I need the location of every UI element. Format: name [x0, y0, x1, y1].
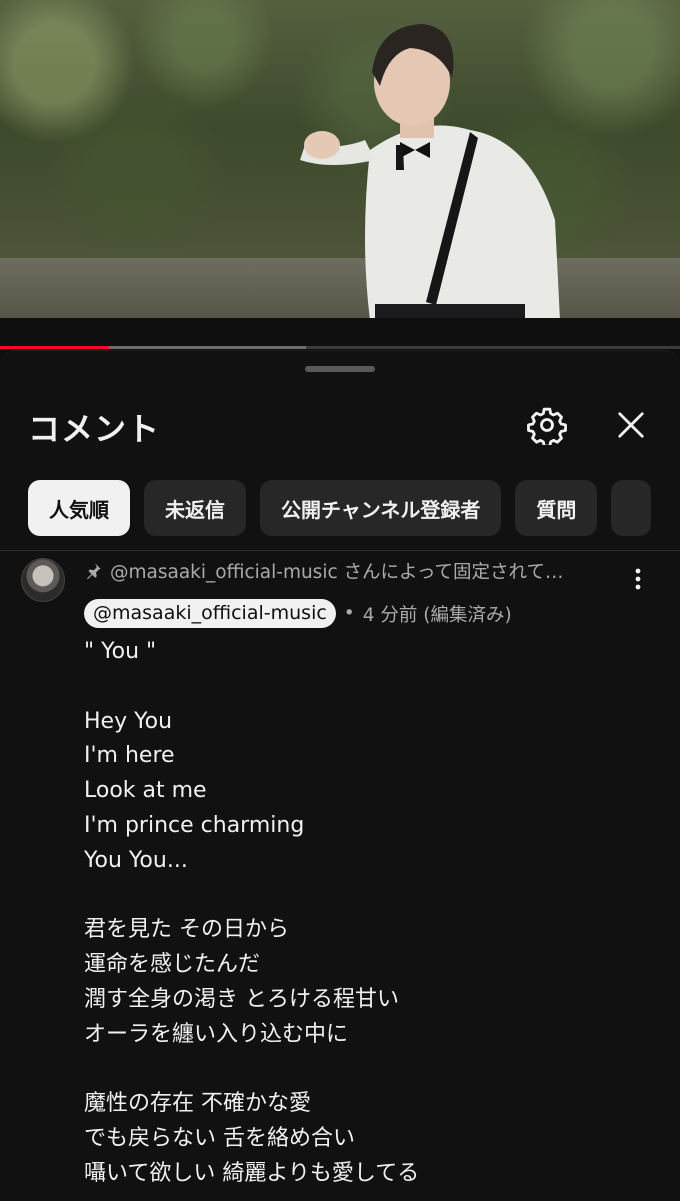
divider [0, 550, 680, 551]
comment-line: 潤す全身の渇き とろける程甘い [84, 986, 399, 1012]
pin-icon [87, 563, 101, 580]
comment-line: I'm prince charming [84, 812, 305, 838]
chip-questions[interactable]: 質問 [515, 480, 598, 536]
comment-line: 魔性の存在 不確かな愛 [84, 1091, 311, 1117]
settings-button[interactable] [523, 401, 571, 449]
comment-line [84, 879, 644, 914]
video-player[interactable] [0, 0, 680, 318]
video-frame-person [300, 24, 560, 318]
filter-chips: 人気順 未返信 公開チャンネル登録者 質問 [28, 480, 652, 536]
close-button[interactable] [607, 401, 655, 449]
avatar[interactable] [21, 558, 65, 602]
comment-author[interactable]: @masaaki_official-music [84, 599, 336, 628]
comment-time: 4 分前 (編集済み) [362, 604, 512, 626]
comments-panel: コメント 人気順 未返信 公開チャンネル登録者 質問 @masaaki_offi… [0, 350, 680, 1201]
pinned-by-text: @masaaki_official-music さんによって固定されて… [110, 562, 564, 583]
comment-menu-button[interactable] [622, 563, 654, 595]
comment-meta: @masaaki_official-music • 4 分前 (編集済み) [84, 599, 512, 628]
video-progress-played [0, 346, 109, 349]
close-icon [618, 412, 644, 438]
chip-unreplied[interactable]: 未返信 [144, 480, 246, 536]
chip-popular[interactable]: 人気順 [28, 480, 130, 536]
chip-public-subscribers[interactable]: 公開チャンネル登録者 [260, 480, 502, 536]
comment-line: でも戻らない 舌を絡め合い [84, 1126, 355, 1152]
comment-line: 囁いて欲しい 綺麗よりも愛してる [84, 1160, 420, 1186]
panel-title: コメント [28, 410, 161, 448]
drag-handle[interactable] [305, 366, 375, 372]
comment-line [84, 1053, 644, 1088]
comment-line: I'm here [84, 743, 175, 769]
comment-line [84, 670, 644, 705]
comment-line: 運命を感じたんだ [84, 952, 261, 978]
comment-line: Look at me [84, 778, 207, 804]
comment-line: " You " [84, 639, 157, 664]
pinned-label: @masaaki_official-music さんによって固定されて… [84, 558, 604, 584]
meta-separator: • [343, 603, 355, 624]
more-vertical-icon [635, 568, 641, 590]
comment-line: Hey You [84, 708, 173, 734]
comment-body: " You " Hey You I'm here Look at me I'm … [84, 635, 644, 1192]
gear-icon [527, 407, 567, 445]
comment-line: オーラを纏い入り込む中に [84, 1021, 349, 1047]
comment-line: 君を見た その日から [84, 917, 289, 943]
chip-more[interactable] [611, 480, 652, 536]
comment-line: You You... [84, 847, 188, 873]
